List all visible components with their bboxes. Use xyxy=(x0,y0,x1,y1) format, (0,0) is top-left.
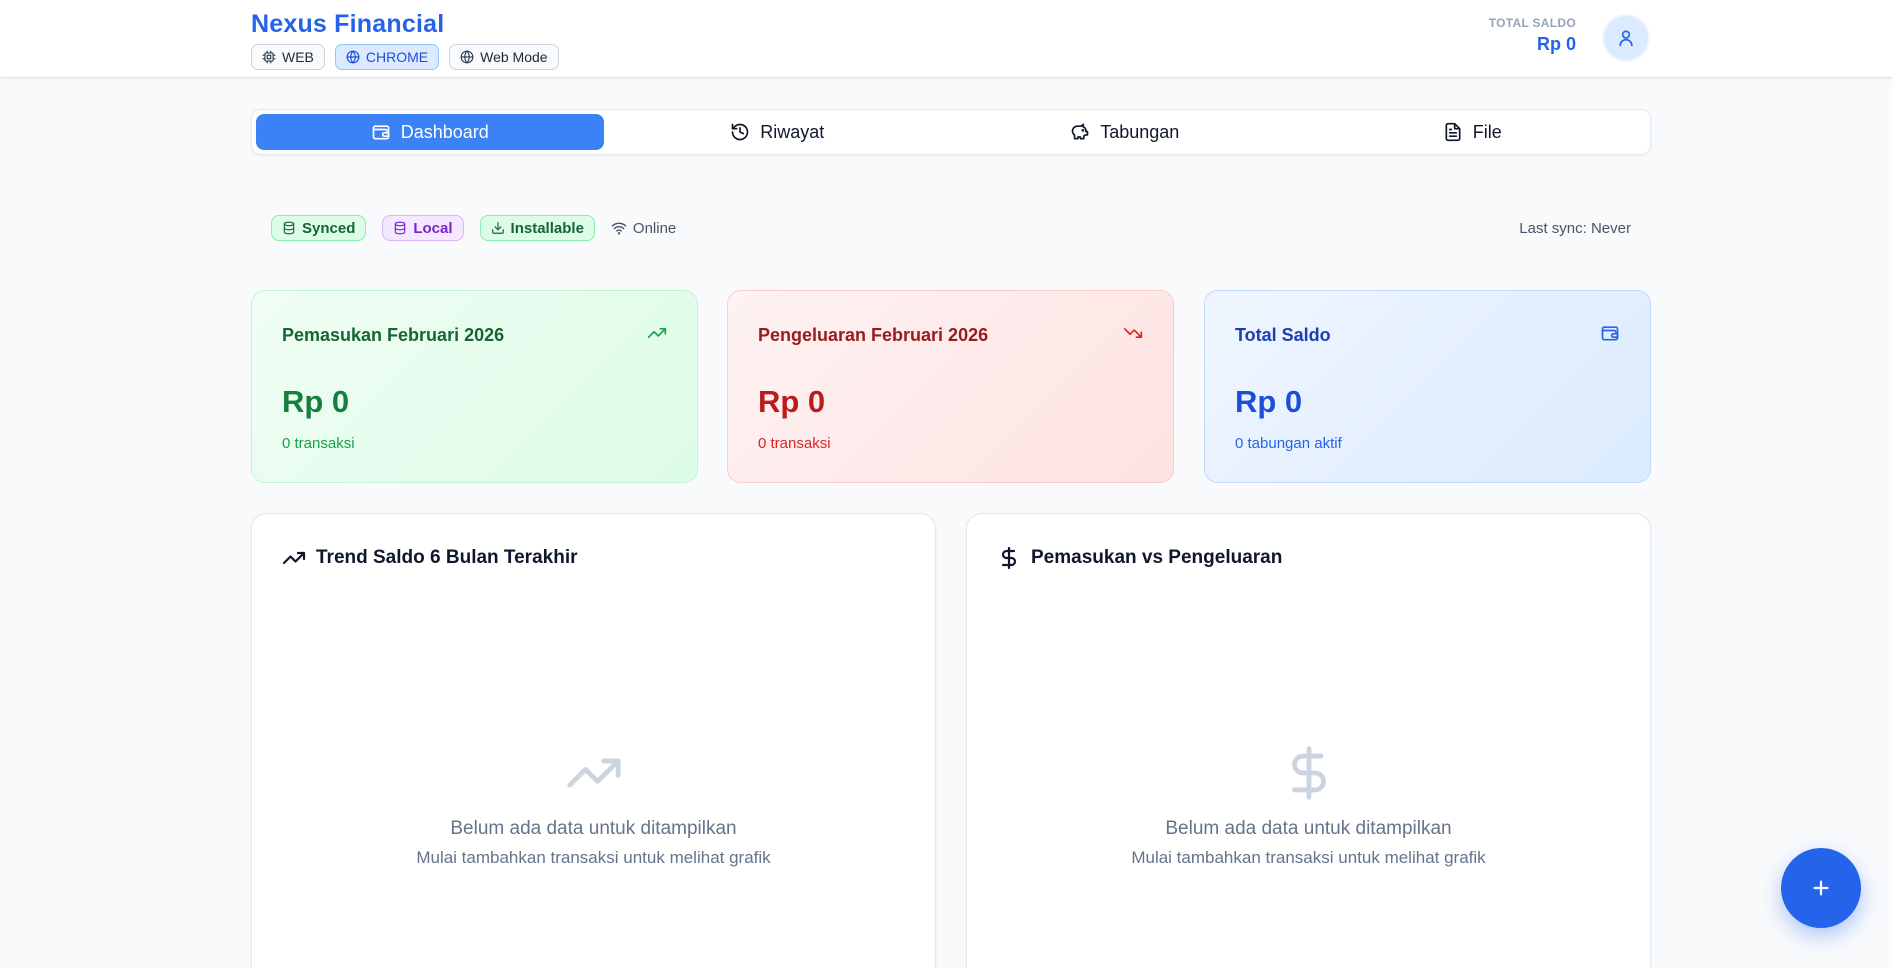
compare-panel-header: Pemasukan vs Pengeluaran xyxy=(997,546,1282,570)
expense-card: Pengeluaran Februari 2026 Rp 0 0 transak… xyxy=(727,290,1174,483)
brand-title: Nexus Financial xyxy=(251,10,445,38)
globe-icon xyxy=(460,50,474,64)
add-transaction-button[interactable] xyxy=(1781,848,1861,928)
env-badge-chrome: CHROME xyxy=(334,44,440,70)
tab-tabungan[interactable]: Tabungan xyxy=(951,114,1299,150)
file-icon xyxy=(1445,122,1461,142)
status-badge-synced: Synced xyxy=(271,215,367,241)
header-total-saldo: TOTAL SALDO Rp 0 xyxy=(1489,16,1576,55)
tab-tabungan-label: Tabungan xyxy=(1100,121,1180,142)
env-badge-chrome-label: CHROME xyxy=(365,49,429,65)
trending-up-icon xyxy=(647,328,667,338)
status-installable-label: Installable xyxy=(510,219,584,237)
online-label: Online xyxy=(632,219,677,237)
env-badge-web-mode-label: Web Mode xyxy=(480,49,548,65)
income-card: Pemasukan Februari 2026 Rp 0 0 transaksi xyxy=(251,290,698,483)
trending-up-icon xyxy=(282,551,306,565)
piggy-bank-icon xyxy=(1071,123,1089,140)
main-tabs: Dashboard Riwayat Tabungan File xyxy=(251,109,1651,155)
tab-file[interactable]: File xyxy=(1299,114,1647,150)
income-vs-expense-panel: Pemasukan vs Pengeluaran Belum ada data … xyxy=(966,513,1651,968)
expense-card-value: Rp 0 xyxy=(758,384,826,419)
trend-empty-title: Belum ada data untuk ditampilkan xyxy=(450,818,737,839)
trending-up-icon xyxy=(566,758,621,788)
trend-panel-header: Trend Saldo 6 Bulan Terakhir xyxy=(282,546,578,570)
income-card-subtext: 0 transaksi xyxy=(282,435,355,452)
online-indicator: Online xyxy=(611,220,676,237)
app-header: Nexus Financial WEB CHROME Web Mode TOTA… xyxy=(0,0,1892,78)
status-local-label: Local xyxy=(413,219,453,237)
header-total-saldo-label: TOTAL SALDO xyxy=(1488,16,1576,30)
database-icon xyxy=(283,221,295,235)
compare-empty-title: Belum ada data untuk ditampilkan xyxy=(1165,818,1452,839)
cpu-icon xyxy=(262,50,276,64)
install-button[interactable]: Installable xyxy=(479,215,595,241)
env-badge-web: WEB xyxy=(251,44,325,70)
compare-panel-title: Pemasukan vs Pengeluaran xyxy=(1031,547,1283,568)
trend-empty-state: Belum ada data untuk ditampilkan Mulai t… xyxy=(252,744,935,868)
wallet-icon xyxy=(1601,326,1619,341)
tab-dashboard[interactable]: Dashboard xyxy=(256,114,604,150)
user-icon xyxy=(1619,30,1633,47)
expense-card-subtext: 0 transaksi xyxy=(758,435,831,452)
env-badge-web-mode: Web Mode xyxy=(449,44,559,70)
total-card-title: Total Saldo xyxy=(1235,325,1331,345)
status-row: Synced Local Installable Online xyxy=(271,215,676,241)
status-badge-local: Local xyxy=(382,215,464,241)
status-synced-label: Synced xyxy=(302,219,356,237)
trend-chart-panel: Trend Saldo 6 Bulan Terakhir Belum ada d… xyxy=(251,513,936,968)
tab-riwayat-label: Riwayat xyxy=(760,121,825,142)
total-saldo-card: Total Saldo Rp 0 0 tabungan aktif xyxy=(1204,290,1651,483)
plus-icon xyxy=(1813,880,1829,896)
total-card-value: Rp 0 xyxy=(1235,384,1303,419)
tab-dashboard-label: Dashboard xyxy=(400,121,489,142)
history-icon xyxy=(731,123,749,141)
environment-badges: WEB CHROME Web Mode xyxy=(251,44,559,70)
income-card-value: Rp 0 xyxy=(282,384,350,419)
download-icon xyxy=(491,222,504,234)
tab-file-label: File xyxy=(1472,121,1502,142)
tab-riwayat[interactable]: Riwayat xyxy=(604,114,952,150)
compare-empty-subtitle: Mulai tambahkan transaksi untuk melihat … xyxy=(1131,848,1486,867)
env-badge-web-label: WEB xyxy=(282,49,314,65)
header-total-saldo-value: Rp 0 xyxy=(1536,34,1576,54)
compare-empty-state: Belum ada data untuk ditampilkan Mulai t… xyxy=(967,744,1650,868)
dollar-sign-icon xyxy=(1291,746,1326,800)
globe-icon xyxy=(346,50,360,64)
total-card-subtext: 0 tabungan aktif xyxy=(1235,435,1342,452)
user-avatar-button[interactable] xyxy=(1602,14,1650,62)
dollar-sign-icon xyxy=(1001,546,1017,570)
database-icon xyxy=(395,221,406,235)
wifi-icon xyxy=(611,222,627,235)
trend-empty-subtitle: Mulai tambahkan transaksi untuk melihat … xyxy=(416,848,771,867)
wallet-icon xyxy=(372,125,390,140)
trending-down-icon xyxy=(1123,328,1143,338)
expense-card-title: Pengeluaran Februari 2026 xyxy=(758,325,989,345)
trend-panel-title: Trend Saldo 6 Bulan Terakhir xyxy=(316,547,578,568)
last-sync-text: Last sync: Never xyxy=(1519,220,1631,237)
income-card-title: Pemasukan Februari 2026 xyxy=(282,325,505,345)
